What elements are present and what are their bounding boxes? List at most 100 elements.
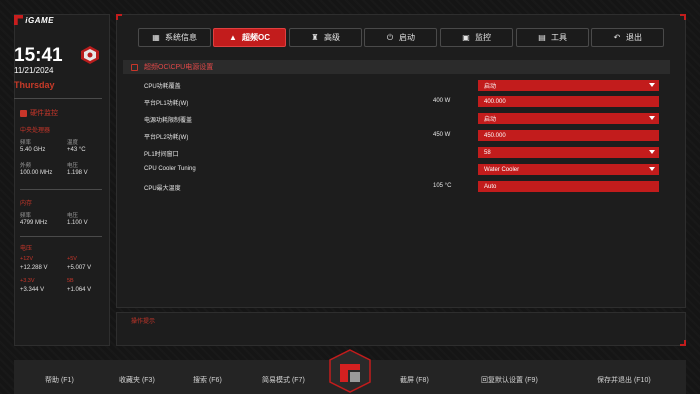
easy-mode-button[interactable]: 简易模式 (F7) xyxy=(262,375,305,385)
mem-volt-label: 电压 xyxy=(67,213,79,219)
mascot-icon xyxy=(81,46,99,64)
save-exit-button[interactable]: 保存并退出 (F10) xyxy=(597,375,651,385)
chevron-down-icon xyxy=(649,83,655,87)
pl1-power-input[interactable]: 400.000 xyxy=(478,96,659,107)
tab-label: 超频OC xyxy=(242,33,270,42)
main-settings-panel xyxy=(116,14,686,308)
divider xyxy=(14,98,102,99)
pl1-time-window-select[interactable]: 58 xyxy=(478,147,659,158)
chip-icon xyxy=(20,109,27,117)
clock-time: 15:41 xyxy=(14,45,63,66)
cpu-temp-value: +43 °C xyxy=(67,147,86,153)
tab-overclock[interactable]: ▲ 超频OC xyxy=(213,28,286,47)
v33-value: +3.344 V xyxy=(20,287,45,293)
brand-mark-icon xyxy=(14,15,24,25)
power-icon: ⏻ xyxy=(386,32,394,42)
tab-label: 监控 xyxy=(475,33,491,42)
brand-name: iGAME xyxy=(25,15,54,25)
chevron-down-icon xyxy=(649,150,655,154)
tab-system-info[interactable]: ▦ 系统信息 xyxy=(138,28,211,47)
setting-label: CPU功耗覆盖 xyxy=(144,84,181,90)
corner-accent xyxy=(680,340,686,346)
v5-label: +5V xyxy=(67,256,77,262)
search-button[interactable]: 搜索 (F6) xyxy=(193,375,222,385)
tab-label: 高级 xyxy=(324,33,340,42)
exit-arrow-icon: ↶ xyxy=(613,32,621,42)
clock-weekday: Thursday xyxy=(14,80,55,90)
field-value: 58 xyxy=(484,149,491,156)
divider xyxy=(20,236,102,237)
divider xyxy=(20,189,102,190)
cpu-cooler-tuning-select[interactable]: Water Cooler xyxy=(478,164,659,175)
setting-label: 平台PL1功耗(W) xyxy=(144,101,189,107)
cpu-power-override-select[interactable]: 启动 xyxy=(478,80,659,91)
mem-freq-label: 频率 xyxy=(20,213,32,219)
cpu-bclk-label: 外频 xyxy=(20,163,32,169)
screenshot-button[interactable]: 截屏 (F8) xyxy=(400,375,429,385)
tab-exit[interactable]: ↶ 退出 xyxy=(591,28,664,47)
igame-emblem-icon xyxy=(329,349,371,393)
cpu-freq-label: 频率 xyxy=(20,140,32,146)
setting-label: PL1时间窗口 xyxy=(144,152,179,158)
help-panel xyxy=(116,312,686,346)
corner-accent xyxy=(680,14,686,20)
help-button[interactable]: 帮助 (F1) xyxy=(45,375,74,385)
field-value: 450.000 xyxy=(484,132,506,139)
cpu-freq-value: 5.40 GHz xyxy=(20,147,46,153)
hardware-monitor-title: 硬件监控 xyxy=(20,108,58,118)
v12-label: +12V xyxy=(20,256,33,262)
corner-accent xyxy=(116,14,122,20)
power-limit-override-select[interactable]: 启动 xyxy=(478,113,659,124)
field-value: Auto xyxy=(484,183,497,190)
breadcrumb: 超频OC\CPU电源设置 xyxy=(123,60,670,74)
field-value: Water Cooler xyxy=(484,166,520,173)
setting-label: 平台PL2功耗(W) xyxy=(144,135,189,141)
mem-freq-value: 4799 MHz xyxy=(20,220,48,226)
tab-monitor[interactable]: ▣ 监控 xyxy=(440,28,513,47)
setting-label: CPU最大温度 xyxy=(144,186,181,192)
mem-volt-value: 1.100 V xyxy=(67,220,88,226)
cpu-volt-value: 1.198 V xyxy=(67,170,88,176)
v12-value: +12.288 V xyxy=(20,265,48,271)
help-title: 操作提示 xyxy=(131,319,156,325)
setting-label: 电源功耗限制覆盖 xyxy=(144,118,193,124)
vsb-label: 5B xyxy=(67,278,74,284)
cpu-bclk-value: 100.00 MHz xyxy=(20,170,53,176)
setting-current-value: 105 °C xyxy=(433,183,452,189)
voltage-section-title: 电压 xyxy=(20,246,33,252)
v5-value: +5.007 V xyxy=(67,265,92,271)
memory-section-title: 内存 xyxy=(20,201,33,207)
favorites-button[interactable]: 收藏夹 (F3) xyxy=(119,375,155,385)
load-defaults-button[interactable]: 回复默认设置 (F9) xyxy=(481,375,538,385)
chevron-down-icon xyxy=(649,167,655,171)
setting-current-value: 450 W xyxy=(433,132,451,138)
clock-date: 11/21/2024 xyxy=(14,66,54,75)
cpu-section-title: 中央处理器 xyxy=(20,128,51,134)
tab-label: 系统信息 xyxy=(165,33,197,42)
toolbox-icon: ▤ xyxy=(538,32,546,42)
tab-label: 工具 xyxy=(551,33,567,42)
rocket-icon: ▲ xyxy=(229,32,237,42)
cpu-volt-label: 电压 xyxy=(67,163,79,169)
setting-label: CPU Cooler Tuning xyxy=(144,166,196,172)
hardware-monitor-label: 硬件监控 xyxy=(30,110,58,117)
monitor-icon: ▣ xyxy=(462,32,470,42)
cpu-temp-label: 温度 xyxy=(67,140,79,146)
v33-label: +3.3V xyxy=(20,278,35,284)
tab-advanced[interactable]: ♜ 高级 xyxy=(289,28,362,47)
grid-icon: ▦ xyxy=(152,32,160,42)
tab-tools[interactable]: ▤ 工具 xyxy=(516,28,589,47)
tab-label: 启动 xyxy=(399,33,415,42)
breadcrumb-text: 超频OC\CPU电源设置 xyxy=(144,64,214,71)
tab-boot[interactable]: ⏻ 启动 xyxy=(364,28,437,47)
brand-logo: iGAME xyxy=(14,14,54,26)
pl2-power-input[interactable]: 450.000 xyxy=(478,130,659,141)
setting-current-value: 400 W xyxy=(433,98,451,104)
chevron-down-icon xyxy=(649,116,655,120)
cpu-max-temp-input[interactable]: Auto xyxy=(478,181,659,192)
field-value: 启动 xyxy=(484,84,497,90)
advanced-icon: ♜ xyxy=(311,32,319,42)
tab-label: 退出 xyxy=(626,33,642,42)
back-icon[interactable] xyxy=(131,63,138,71)
field-value: 400.000 xyxy=(484,98,506,105)
